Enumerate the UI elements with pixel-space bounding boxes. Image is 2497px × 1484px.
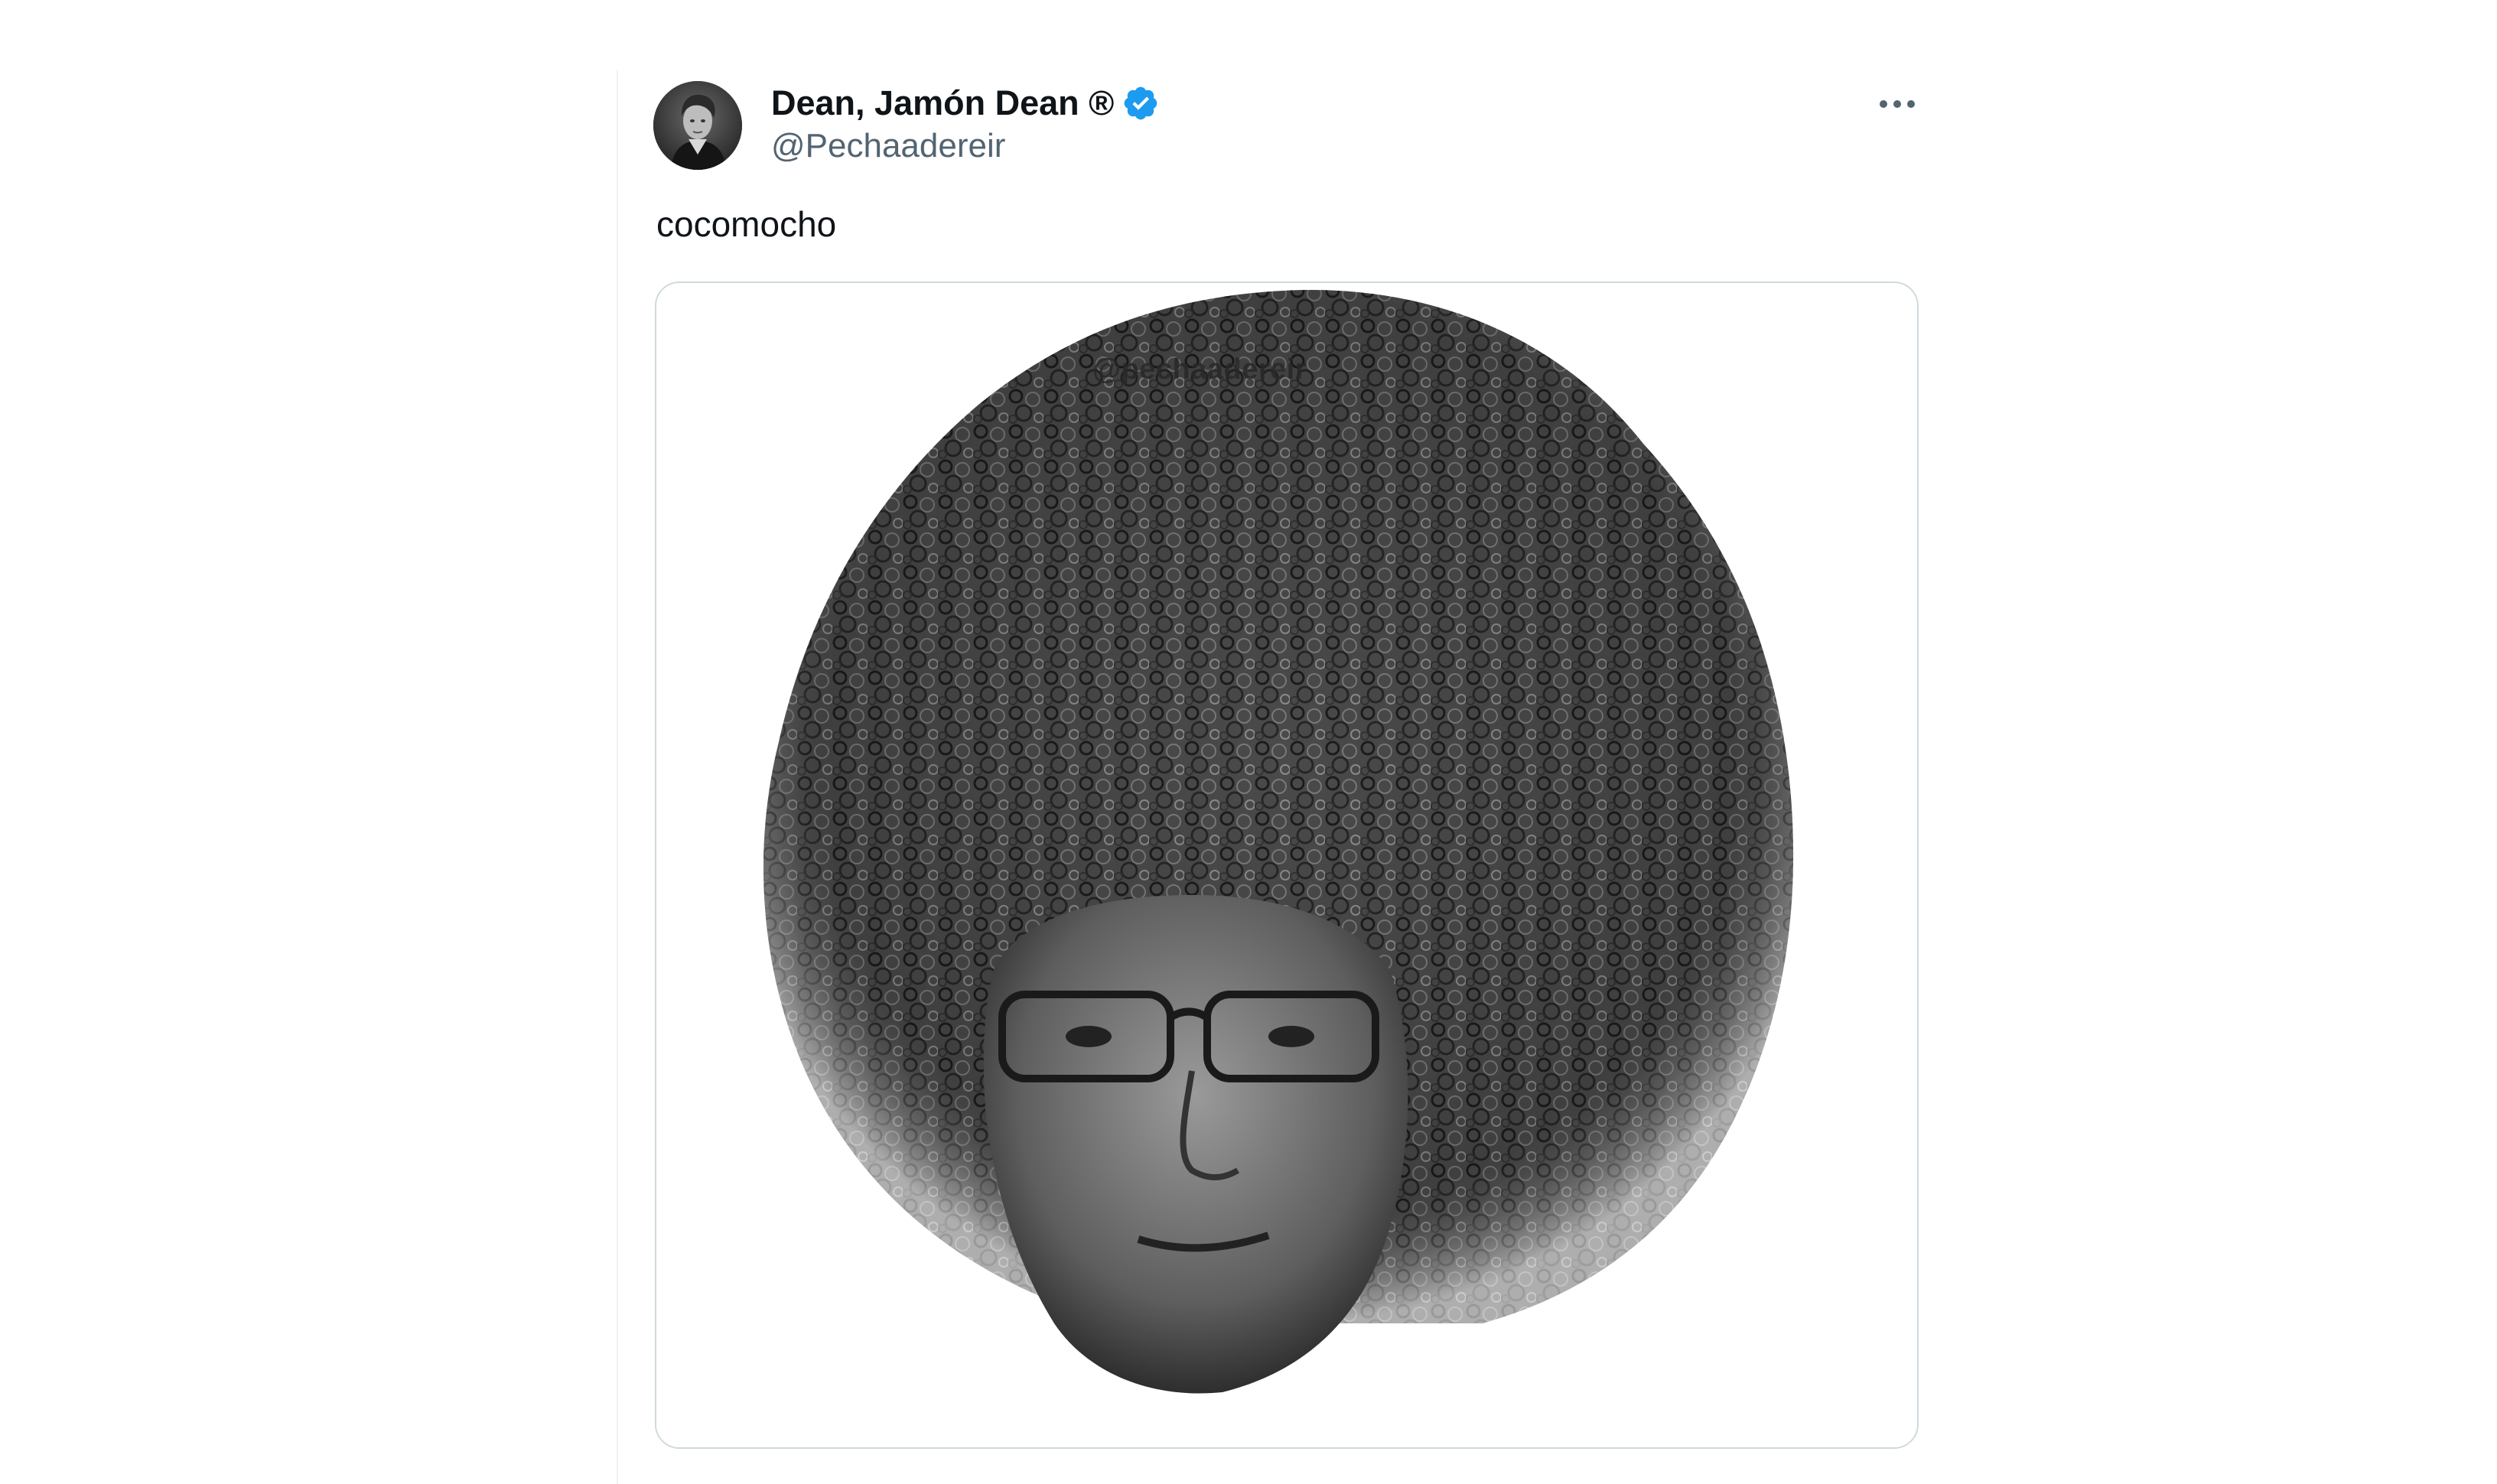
author-handle[interactable]: @Pechaadereir — [771, 127, 1005, 165]
display-name[interactable]: Dean, Jamón Dean ® — [771, 83, 1114, 123]
more-options-button[interactable] — [1870, 76, 1925, 132]
media-watermark: @pechaadereir — [1092, 353, 1307, 386]
avatar-photo — [653, 81, 742, 170]
avatar[interactable] — [653, 81, 742, 170]
author-name-row[interactable]: Dean, Jamón Dean ® — [771, 81, 1160, 125]
more-options-icon — [1880, 100, 1915, 108]
tweet-text: cocomocho — [656, 204, 837, 244]
timeline-column-border — [617, 70, 618, 1484]
tweet-media-card[interactable]: @pechaadereir — [655, 282, 1919, 1449]
verified-badge-icon[interactable] — [1122, 84, 1160, 122]
tweet-media-image[interactable] — [656, 283, 1917, 1447]
